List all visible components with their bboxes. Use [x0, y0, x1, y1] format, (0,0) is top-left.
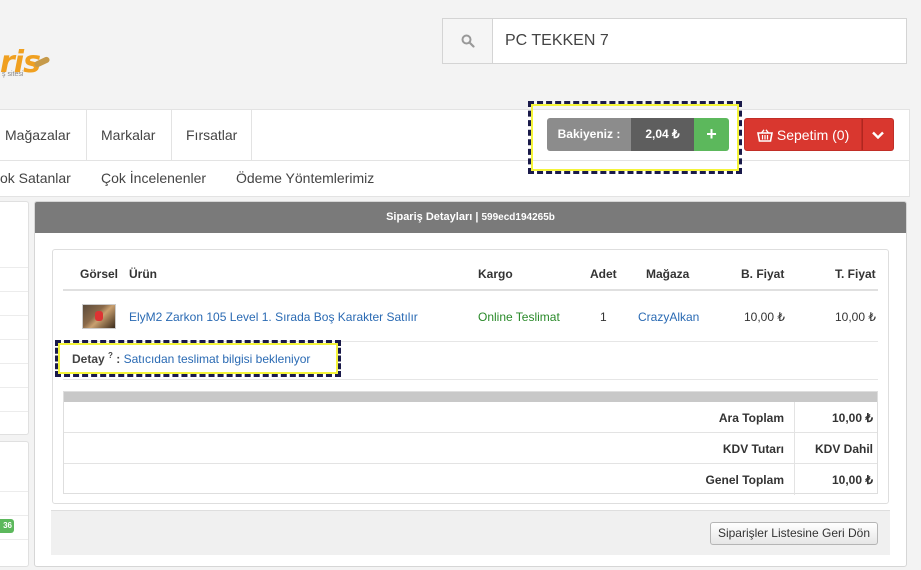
cart-dropdown-button[interactable]	[862, 118, 894, 151]
panel-title-text: Sipariş Detayları |	[386, 211, 479, 223]
col-header-qty: Adet	[590, 267, 617, 281]
cart-button[interactable]: Sepetim (0)	[744, 118, 862, 151]
search-icon	[461, 34, 475, 48]
nav-item-best-sellers[interactable]: ok Satanlar	[0, 161, 71, 195]
logo-subtitle: ş sitesi	[2, 71, 24, 78]
col-header-store: Mağaza	[646, 267, 690, 281]
summary-label: Genel Toplam	[705, 473, 784, 487]
add-balance-button[interactable]: +	[694, 118, 729, 151]
nav-item-stores[interactable]: Mağazalar	[0, 110, 87, 160]
summary-value: 10,00 ₺	[832, 411, 873, 425]
detail-help-icon[interactable]: ?	[108, 351, 113, 360]
back-to-orders-button[interactable]: Siparişler Listesine Geri Dön	[709, 522, 878, 545]
side-panel-categories	[0, 201, 29, 435]
total-price: 10,00 ₺	[835, 310, 876, 324]
balance-value: 2,04 ₺	[631, 118, 694, 151]
detail-status-text: Satıcıdan teslimat bilgisi bekleniyor	[123, 352, 311, 366]
summary-value: 10,00 ₺	[832, 473, 873, 487]
col-header-image: Görsel	[80, 267, 119, 281]
col-header-product: Ürün	[129, 267, 157, 281]
col-header-unit-price: B. Fiyat	[741, 267, 785, 281]
nav-item-brands[interactable]: Markalar	[87, 110, 172, 160]
order-details-panel: Sipariş Detayları | 599ecd194265b Görsel…	[34, 201, 907, 567]
summary-row-vat: KDV Tutarı KDV Dahil	[64, 433, 877, 464]
summary-label: Ara Toplam	[718, 411, 784, 425]
detail-label: Detay	[72, 352, 105, 366]
summary-row-subtotal: Ara Toplam 10,00 ₺	[64, 402, 877, 433]
chevron-down-icon	[872, 131, 884, 139]
side-count-badge: 36	[0, 519, 14, 533]
search-bar	[442, 18, 907, 64]
product-thumbnail[interactable]	[82, 304, 116, 329]
summary-value: KDV Dahil	[814, 442, 873, 456]
order-detail: Detay ? : Satıcıdan teslimat bilgisi bek…	[72, 351, 310, 366]
summary-row-grand-total: Genel Toplam 10,00 ₺	[64, 464, 877, 495]
cart-label: Sepetim (0)	[776, 127, 850, 143]
shipping-type: Online Teslimat	[478, 310, 560, 324]
nav-item-payment-methods[interactable]: Ödeme Yöntemlerimiz	[236, 161, 374, 195]
nav-item-deals[interactable]: Fırsatlar	[172, 110, 252, 160]
search-button[interactable]	[443, 19, 493, 63]
search-input[interactable]	[493, 19, 906, 63]
order-summary: Ara Toplam 10,00 ₺ KDV Tutarı KDV Dahil …	[63, 391, 878, 495]
store-link[interactable]: CrazyAlkan	[638, 310, 699, 324]
unit-price: 10,00 ₺	[744, 310, 785, 324]
panel-footer: Siparişler Listesine Geri Dön	[51, 510, 890, 555]
order-id: 599ecd194265b	[481, 212, 555, 223]
nav-item-most-reviewed[interactable]: Çok İncelenenler	[101, 161, 206, 195]
product-link[interactable]: ElyM2 Zarkon 105 Level 1. Sırada Boş Kar…	[129, 310, 418, 324]
secondary-nav: ok Satanlar Çok İncelenenler Ödeme Yönte…	[0, 161, 910, 197]
detail-separator: :	[116, 352, 121, 366]
col-header-total-price: T. Fiyat	[835, 267, 876, 281]
basket-icon	[757, 129, 773, 142]
balance-label: Bakiyeniz :	[547, 118, 631, 151]
side-panel-secondary	[0, 441, 29, 567]
site-logo[interactable]: ris ş sitesi	[0, 45, 60, 85]
col-header-shipping: Kargo	[478, 267, 513, 281]
panel-title: Sipariş Detayları | 599ecd194265b	[35, 202, 906, 233]
summary-label: KDV Tutarı	[722, 442, 784, 456]
item-qty: 1	[600, 310, 607, 324]
